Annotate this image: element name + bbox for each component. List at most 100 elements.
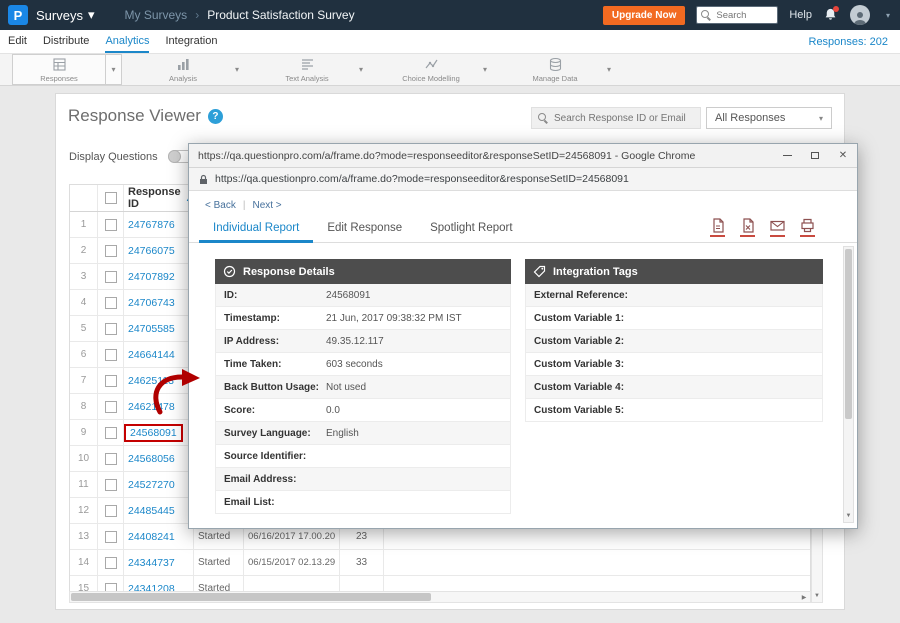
response-id-link[interactable]: 24344737 [128,557,175,569]
popup-scroll-thumb[interactable] [845,249,852,419]
tab-distribute[interactable]: Distribute [43,30,89,53]
questionpro-logo[interactable]: P [8,5,28,25]
close-button[interactable]: ✕ [829,144,857,167]
row-checkbox[interactable] [105,349,117,361]
report-content: < Back | Next > Individual Report Edit R… [189,191,857,528]
product-switcher[interactable]: Surveys ▾ [36,7,95,23]
response-id-link[interactable]: 24408241 [128,531,175,543]
toolbar-responses-caret[interactable]: ▾ [105,55,121,84]
row-index: 4 [70,290,98,315]
row-checkbox[interactable] [105,375,117,387]
detail-row: IP Address: 49.35.12.117 [215,330,511,353]
header-checkbox-cell [98,185,124,211]
response-id-link[interactable]: 24766075 [128,245,175,257]
scroll-down-icon[interactable]: ▼ [812,590,822,602]
row-checkbox[interactable] [105,557,117,569]
red-underline [770,235,785,237]
export-excel-button[interactable] [740,218,755,237]
response-id-link[interactable]: 24568091 [124,424,183,442]
email-report-button[interactable] [770,218,785,237]
row-checkbox[interactable] [105,531,117,543]
response-id-link[interactable]: 24568056 [128,453,175,465]
response-search-input[interactable] [554,113,694,124]
export-pdf-button[interactable] [710,218,725,237]
toolbar-responses-button[interactable]: Responses [13,55,105,84]
response-id-link[interactable]: 24707892 [128,271,175,283]
toolbar-manage-data-button[interactable]: Manage Data [509,55,601,84]
row-checkbox[interactable] [105,219,117,231]
table-horizontal-scrollbar[interactable]: ▶ [69,591,811,603]
response-search-box[interactable] [531,107,701,129]
row-checkbox[interactable] [105,323,117,335]
header-index-cell [70,185,98,211]
responses-filter-dropdown[interactable]: All Responses ▾ [706,107,832,129]
response-id-link[interactable]: 24527270 [128,479,175,491]
back-link[interactable]: < Back [205,200,236,211]
account-chevron-icon[interactable]: ▾ [886,11,890,20]
report-panels: Response Details ID: 24568091 Timestamp:… [189,243,857,514]
maximize-button[interactable] [801,144,829,167]
response-id-link[interactable]: 24625113 [128,375,174,387]
scroll-right-icon[interactable]: ▶ [798,592,810,602]
tab-edit-response[interactable]: Edit Response [313,215,416,243]
tab-spotlight-report[interactable]: Spotlight Report [416,215,526,243]
toolbar-choice-modelling-caret[interactable]: ▾ [477,55,493,84]
help-link[interactable]: Help [789,9,812,21]
response-id-link[interactable]: 24621478 [128,401,175,413]
minimize-button[interactable] [773,144,801,167]
row-checkbox[interactable] [105,271,117,283]
toolbar-choice-modelling-button[interactable]: Choice Modelling [385,55,477,84]
response-time-taken: 33 [340,550,384,575]
survey-nav: Edit Distribute Analytics Integration Re… [0,30,900,53]
response-id-link[interactable]: 24705585 [128,323,175,335]
row-checkbox-cell [98,394,124,419]
print-report-button[interactable] [800,218,815,237]
pagination-links: < Back | Next > [189,191,857,211]
help-question-icon[interactable]: ? [208,109,223,124]
toolbar-analysis-button[interactable]: Analysis [137,55,229,84]
tab-individual-report[interactable]: Individual Report [199,215,313,243]
row-checkbox-cell [98,498,124,523]
breadcrumb-my-surveys[interactable]: My Surveys [125,8,188,22]
responses-count[interactable]: Responses: 202 [809,30,889,53]
toolbar-analysis-caret[interactable]: ▾ [229,55,245,84]
next-link[interactable]: Next > [252,200,281,211]
tag-row: Custom Variable 4: [525,376,823,399]
response-id-link[interactable]: 24706743 [128,297,175,309]
response-id-link[interactable]: 24485445 [128,505,175,517]
avatar[interactable] [850,5,870,25]
popup-vertical-scrollbar[interactable]: ▼ [843,246,854,523]
select-all-checkbox[interactable] [105,192,117,204]
popup-scroll-down-icon[interactable]: ▼ [844,510,853,522]
upgrade-now-button[interactable]: Upgrade Now [603,6,685,25]
toolbar-text-analysis-caret[interactable]: ▾ [353,55,369,84]
tag-label: Custom Variable 5: [526,405,636,416]
toolbar-label-manage-data: Manage Data [532,74,577,83]
row-checkbox-cell [98,420,124,445]
row-checkbox[interactable] [105,505,117,517]
horizontal-scroll-thumb[interactable] [71,593,431,601]
row-checkbox[interactable] [105,245,117,257]
row-checkbox[interactable] [105,479,117,491]
integration-tags-header: Integration Tags [525,259,823,284]
tab-integration[interactable]: Integration [165,30,217,53]
response-id-link[interactable]: 24767876 [128,219,175,231]
toolbar-text-analysis-button[interactable]: Text Analysis [261,55,353,84]
toolbar-manage-data-caret[interactable]: ▾ [601,55,617,84]
global-search-input[interactable] [716,10,774,21]
detail-label: Timestamp: [216,313,326,324]
row-checkbox[interactable] [105,427,117,439]
browser-url-bar[interactable]: https://qa.questionpro.com/a/frame.do?mo… [189,168,857,191]
row-checkbox[interactable] [105,453,117,465]
window-titlebar[interactable]: https://qa.questionpro.com/a/frame.do?mo… [189,144,857,168]
header-response-id[interactable]: Response ID ▲ [124,185,194,211]
response-id-link[interactable]: 24664144 [128,349,175,361]
red-underline [740,235,755,237]
tab-analytics[interactable]: Analytics [105,30,149,53]
response-status: Started [194,550,244,575]
row-checkbox[interactable] [105,297,117,309]
notifications-bell-icon[interactable] [823,7,839,23]
tab-edit[interactable]: Edit [8,30,27,53]
row-checkbox[interactable] [105,401,117,413]
global-search-box[interactable] [696,6,778,24]
